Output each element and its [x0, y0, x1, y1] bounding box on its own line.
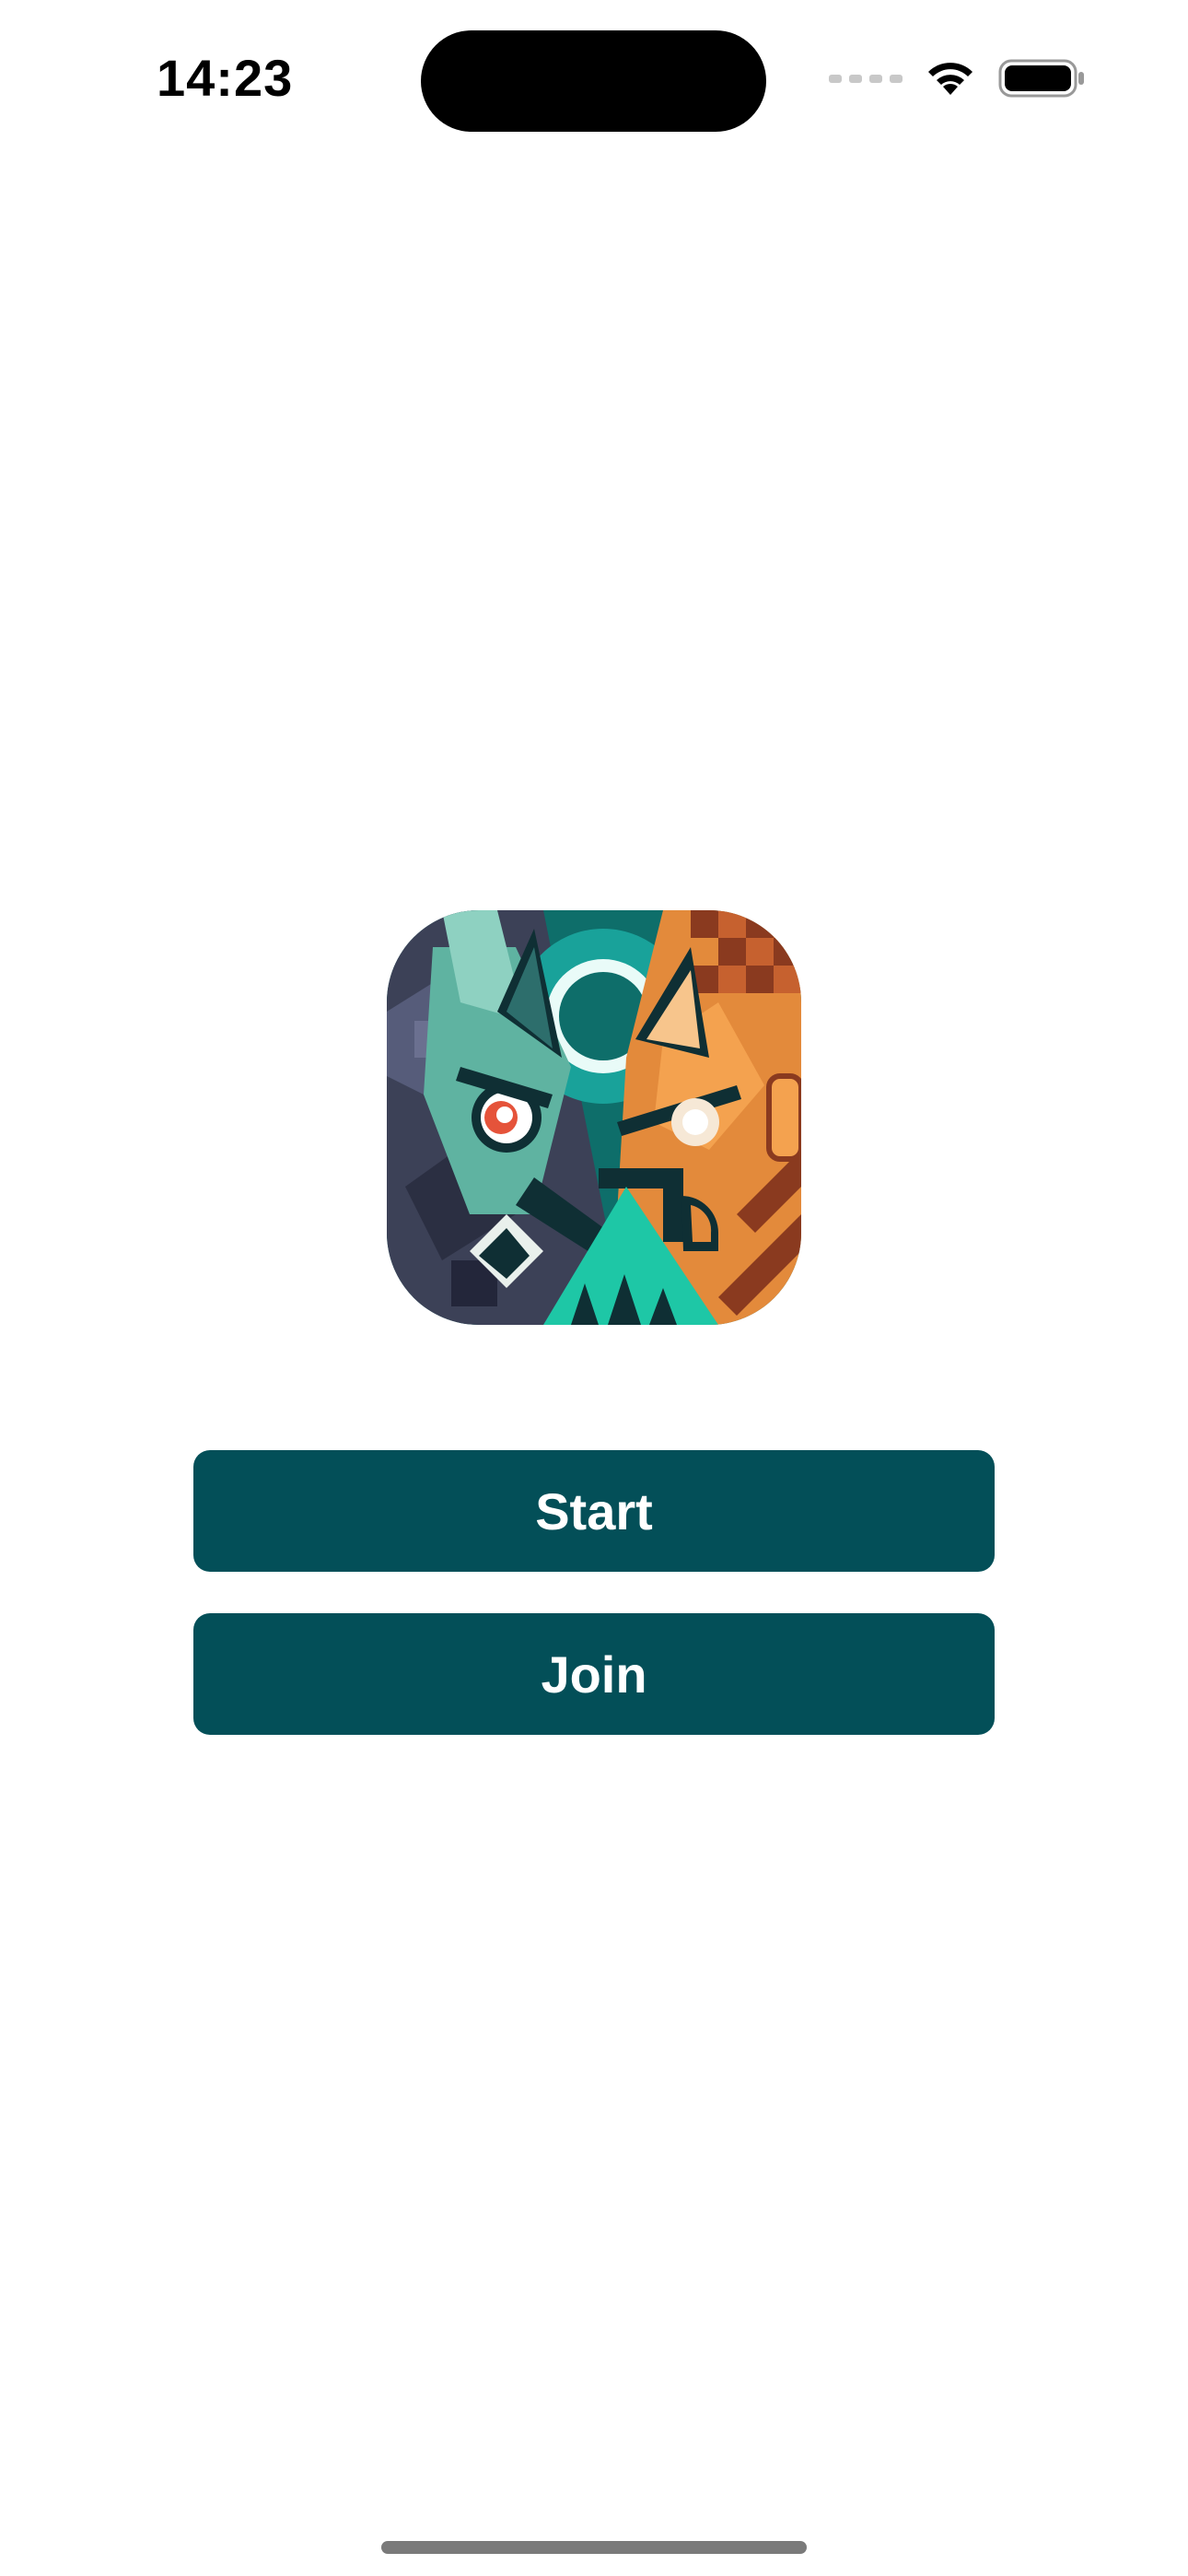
wifi-icon [923, 58, 978, 99]
battery-icon [998, 58, 1087, 99]
dynamic-island [421, 30, 766, 132]
status-bar: 14:23 [0, 0, 1188, 147]
join-button[interactable]: Join [193, 1613, 995, 1735]
start-button[interactable]: Start [193, 1450, 995, 1572]
status-time: 14:23 [157, 49, 294, 107]
status-icons [829, 55, 1087, 101]
home-indicator[interactable] [381, 2541, 807, 2554]
signal-icon [829, 74, 903, 83]
game-logo-icon [387, 910, 801, 1325]
home-screen: 14:23 Start Join [0, 0, 1188, 2576]
